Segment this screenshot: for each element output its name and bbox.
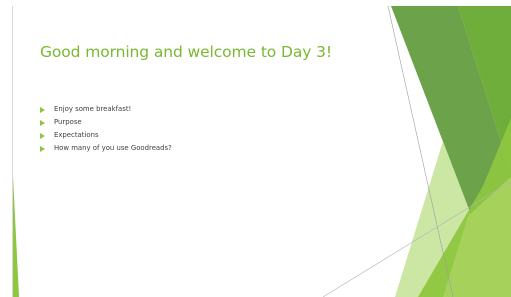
bullet-item: Enjoy some breakfast! — [40, 103, 172, 116]
bullet-item: Expectations — [40, 129, 172, 142]
decoration-left-sliver — [13, 176, 19, 297]
bullet-text: Enjoy some breakfast! — [54, 105, 132, 113]
bullet-arrow-icon — [40, 106, 45, 113]
bullet-arrow-icon — [40, 132, 45, 139]
bullet-text: How many of you use Goodreads? — [54, 144, 172, 152]
bullet-arrow-icon — [40, 119, 45, 126]
bullet-text: Expectations — [54, 131, 99, 139]
bullet-text: Purpose — [54, 118, 82, 126]
bullet-list: Enjoy some breakfast! Purpose Expectatio… — [40, 103, 172, 155]
presentation-canvas: Good morning and welcome to Day 3! Enjoy… — [0, 0, 511, 297]
bullet-item: How many of you use Goodreads? — [40, 142, 172, 155]
bullet-item: Purpose — [40, 116, 172, 129]
slide: Good morning and welcome to Day 3! Enjoy… — [12, 6, 511, 297]
bullet-arrow-icon — [40, 145, 45, 152]
slide-title: Good morning and welcome to Day 3! — [40, 43, 333, 61]
